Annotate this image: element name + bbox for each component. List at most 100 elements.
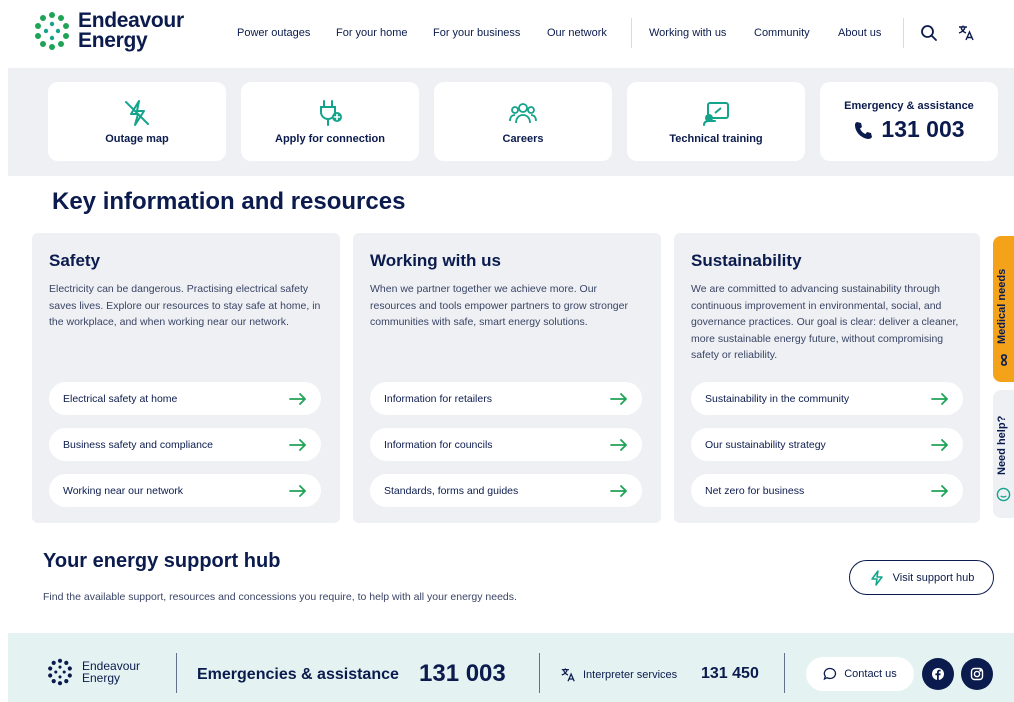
info-card-working-with-us: Working with us When we partner together… bbox=[353, 233, 661, 523]
footer-brand-name: Endeavour Energy bbox=[82, 660, 140, 684]
quick-link-careers[interactable]: Careers bbox=[434, 82, 612, 161]
card-link[interactable]: Information for retailers bbox=[370, 382, 642, 415]
card-link[interactable]: Information for councils bbox=[370, 428, 642, 461]
quick-links-band: Outage map Apply for connection Careers … bbox=[8, 68, 1014, 176]
card-link[interactable]: Business safety and compliance bbox=[49, 428, 321, 461]
people-icon bbox=[509, 102, 537, 123]
key-info-title: Key information and resources bbox=[52, 188, 406, 215]
footer-bar: Endeavour Energy Emergencies & assistanc… bbox=[8, 633, 1014, 702]
footer-brand-line2: Energy bbox=[82, 671, 121, 685]
card-link-label: Sustainability in the community bbox=[705, 392, 850, 405]
nav-for-your-home[interactable]: For your home bbox=[336, 27, 408, 39]
chat-smile-icon bbox=[996, 487, 1011, 502]
card-link-label: Our sustainability strategy bbox=[705, 438, 826, 451]
chat-icon bbox=[823, 667, 837, 681]
phone-icon bbox=[855, 121, 873, 139]
quick-link-label: Careers bbox=[502, 132, 544, 145]
nav-community[interactable]: Community bbox=[754, 27, 810, 39]
contact-us-button[interactable]: Contact us bbox=[806, 657, 914, 691]
arrow-right-icon bbox=[931, 392, 948, 405]
arrow-right-icon bbox=[610, 484, 627, 497]
logo-mark-icon bbox=[48, 658, 72, 686]
support-hub-description: Find the available support, resources an… bbox=[43, 591, 517, 603]
arrow-right-icon bbox=[931, 484, 948, 497]
translate-icon bbox=[561, 668, 575, 682]
footer-logo[interactable]: Endeavour Energy bbox=[42, 658, 140, 686]
card-title: Sustainability bbox=[691, 251, 802, 270]
instagram-icon[interactable] bbox=[961, 658, 993, 690]
quick-link-label: Apply for connection bbox=[275, 132, 385, 145]
need-help-tab[interactable]: Need help? bbox=[993, 390, 1014, 518]
nav-working-with-us[interactable]: Working with us bbox=[649, 27, 726, 39]
nav-divider-right bbox=[903, 18, 904, 48]
card-link-label: Information for councils bbox=[384, 438, 493, 451]
emergency-title: Emergency & assistance bbox=[844, 100, 974, 112]
card-link[interactable]: Working near our network bbox=[49, 474, 321, 507]
nav-divider bbox=[631, 18, 632, 48]
card-title: Safety bbox=[49, 251, 101, 270]
nav-about-us[interactable]: About us bbox=[838, 27, 881, 39]
card-link[interactable]: Sustainability in the community bbox=[691, 382, 963, 415]
outage-icon bbox=[125, 99, 149, 126]
emergency-phone[interactable]: 131 003 bbox=[853, 116, 965, 143]
card-link-label: Working near our network bbox=[63, 484, 184, 497]
facebook-icon[interactable] bbox=[922, 658, 954, 690]
brand-name-line2: Energy bbox=[78, 29, 148, 52]
brand-name-line1: Endeavour bbox=[78, 9, 184, 32]
quick-link-apply-connection[interactable]: Apply for connection bbox=[241, 82, 419, 161]
footer-divider bbox=[176, 653, 177, 693]
site-header: Endeavour Energy Power outages For your … bbox=[0, 0, 1014, 68]
contact-us-label: Contact us bbox=[844, 668, 897, 680]
arrow-right-icon bbox=[289, 438, 306, 451]
footer-divider bbox=[539, 653, 540, 693]
arrow-right-icon bbox=[289, 484, 306, 497]
interpreter-label: Interpreter services bbox=[583, 669, 678, 681]
emergency-phone-number: 131 003 bbox=[881, 116, 965, 142]
quick-link-outage-map[interactable]: Outage map bbox=[48, 82, 226, 161]
card-link[interactable]: Electrical safety at home bbox=[49, 382, 321, 415]
need-help-label: Need help? bbox=[996, 415, 1008, 475]
medical-needs-tab[interactable]: Medical needs bbox=[993, 236, 1014, 382]
quick-link-label: Technical training bbox=[669, 132, 763, 145]
footer-emergency-phone[interactable]: 131 003 bbox=[419, 660, 506, 688]
translate-icon[interactable] bbox=[955, 22, 977, 44]
card-link-label: Information for retailers bbox=[384, 392, 492, 405]
brand-logo[interactable]: Endeavour Energy bbox=[34, 9, 184, 52]
arrow-right-icon bbox=[610, 392, 627, 405]
quick-link-label: Outage map bbox=[105, 132, 169, 145]
medical-needs-label: Medical needs bbox=[996, 268, 1008, 344]
arrow-right-icon bbox=[610, 438, 627, 451]
footer-emergency-label: Emergencies & assistance bbox=[197, 666, 399, 683]
card-link[interactable]: Net zero for business bbox=[691, 474, 963, 507]
card-link-label: Business safety and compliance bbox=[63, 438, 213, 451]
nav-power-outages[interactable]: Power outages bbox=[237, 27, 310, 39]
brand-name: Endeavour Energy bbox=[78, 9, 184, 52]
info-card-safety: Safety Electricity can be dangerous. Pra… bbox=[32, 233, 340, 523]
nav-for-your-business[interactable]: For your business bbox=[433, 27, 520, 39]
nav-our-network[interactable]: Our network bbox=[547, 27, 607, 39]
info-card-sustainability: Sustainability We are committed to advan… bbox=[674, 233, 980, 523]
card-link[interactable]: Our sustainability strategy bbox=[691, 428, 963, 461]
visit-support-hub-label: Visit support hub bbox=[892, 571, 975, 584]
interpreter-phone[interactable]: 131 450 bbox=[701, 665, 759, 683]
card-link[interactable]: Standards, forms and guides bbox=[370, 474, 642, 507]
card-description: When we partner together we achieve more… bbox=[370, 283, 628, 328]
arrow-right-icon bbox=[289, 392, 306, 405]
card-title: Working with us bbox=[370, 251, 501, 270]
visit-support-hub-button[interactable]: Visit support hub bbox=[849, 560, 994, 595]
card-description: We are committed to advancing sustainabi… bbox=[691, 283, 959, 361]
card-link-label: Standards, forms and guides bbox=[384, 484, 519, 497]
card-link-label: Electrical safety at home bbox=[63, 392, 178, 405]
emergency-card[interactable]: Emergency & assistance 131 003 bbox=[820, 82, 998, 161]
quick-link-technical-training[interactable]: Technical training bbox=[627, 82, 805, 161]
training-icon bbox=[703, 101, 729, 126]
card-link-label: Net zero for business bbox=[705, 484, 805, 497]
card-description: Electricity can be dangerous. Practising… bbox=[49, 283, 321, 328]
infinity-icon bbox=[1000, 354, 1008, 366]
search-icon[interactable] bbox=[918, 22, 940, 44]
plug-icon bbox=[320, 99, 342, 126]
bolt-icon bbox=[870, 569, 883, 586]
logo-mark-icon bbox=[35, 12, 69, 50]
arrow-right-icon bbox=[931, 438, 948, 451]
footer-divider bbox=[784, 653, 785, 693]
